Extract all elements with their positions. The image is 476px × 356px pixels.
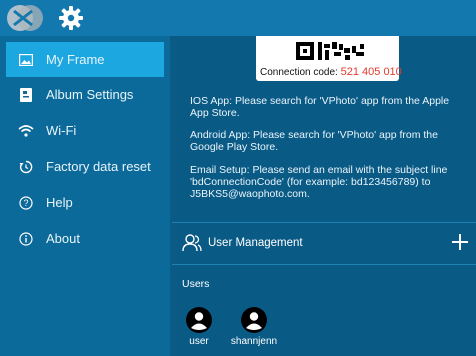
users-section-label: Users [182, 278, 210, 290]
album-icon [18, 87, 34, 103]
svg-text:?: ? [23, 198, 28, 208]
sidebar-item-label: Help [46, 195, 73, 210]
divider [172, 264, 476, 265]
divider [172, 222, 476, 223]
user-avatar-icon [186, 307, 212, 333]
add-user-plus-icon[interactable] [450, 232, 470, 252]
user-name: user [189, 336, 209, 347]
main-panel: Connection code: 521 405 010 IOS App: Pl… [172, 36, 476, 356]
connection-code-label: Connection code: [260, 67, 338, 78]
sidebar-item-album-settings[interactable]: Album Settings [6, 77, 164, 112]
wifi-icon [18, 123, 34, 139]
android-app-instruction: Android App: Please search for 'VPhoto' … [190, 129, 438, 153]
user-name: shannjenn [230, 336, 278, 347]
ios-app-instruction: IOS App: Please search for 'VPhoto' app … [190, 95, 450, 119]
help-icon: ? [18, 195, 34, 211]
sidebar-item-label: Factory data reset [46, 159, 151, 174]
connection-code-number: 521 405 010 [340, 66, 402, 78]
sidebar: My Frame Album Settings Wi-Fi Factory da… [0, 36, 172, 356]
user-management-icon [182, 234, 202, 252]
user-entry[interactable]: user [169, 306, 229, 347]
connection-code-card: Connection code: 521 405 010 [256, 36, 402, 81]
sidebar-item-label: My Frame [46, 52, 105, 67]
info-icon [18, 231, 34, 247]
user-avatar-icon [241, 307, 267, 333]
sidebar-item-label: Wi-Fi [46, 123, 77, 138]
sidebar-item-label: About [46, 231, 80, 246]
app-logo-icon [7, 5, 43, 31]
sidebar-item-about[interactable]: About [6, 221, 164, 256]
email-setup-instruction: Email Setup: Please send an email with t… [190, 164, 448, 200]
connection-code-text: Connection code: 521 405 010 [260, 66, 402, 78]
qr-code-icon [296, 42, 364, 60]
user-entry[interactable]: shannjenn [224, 306, 284, 347]
user-management-label: User Management [208, 237, 303, 249]
top-bar [0, 0, 476, 36]
picture-icon [18, 52, 34, 68]
sidebar-item-factory-data-reset[interactable]: Factory data reset [6, 149, 164, 184]
sidebar-item-help[interactable]: ? Help [6, 185, 164, 220]
reset-icon [18, 159, 34, 175]
sidebar-item-my-frame[interactable]: My Frame [6, 42, 164, 77]
sidebar-item-label: Album Settings [46, 87, 134, 102]
sidebar-item-wifi[interactable]: Wi-Fi [6, 113, 164, 148]
settings-gear-icon[interactable] [58, 5, 84, 31]
